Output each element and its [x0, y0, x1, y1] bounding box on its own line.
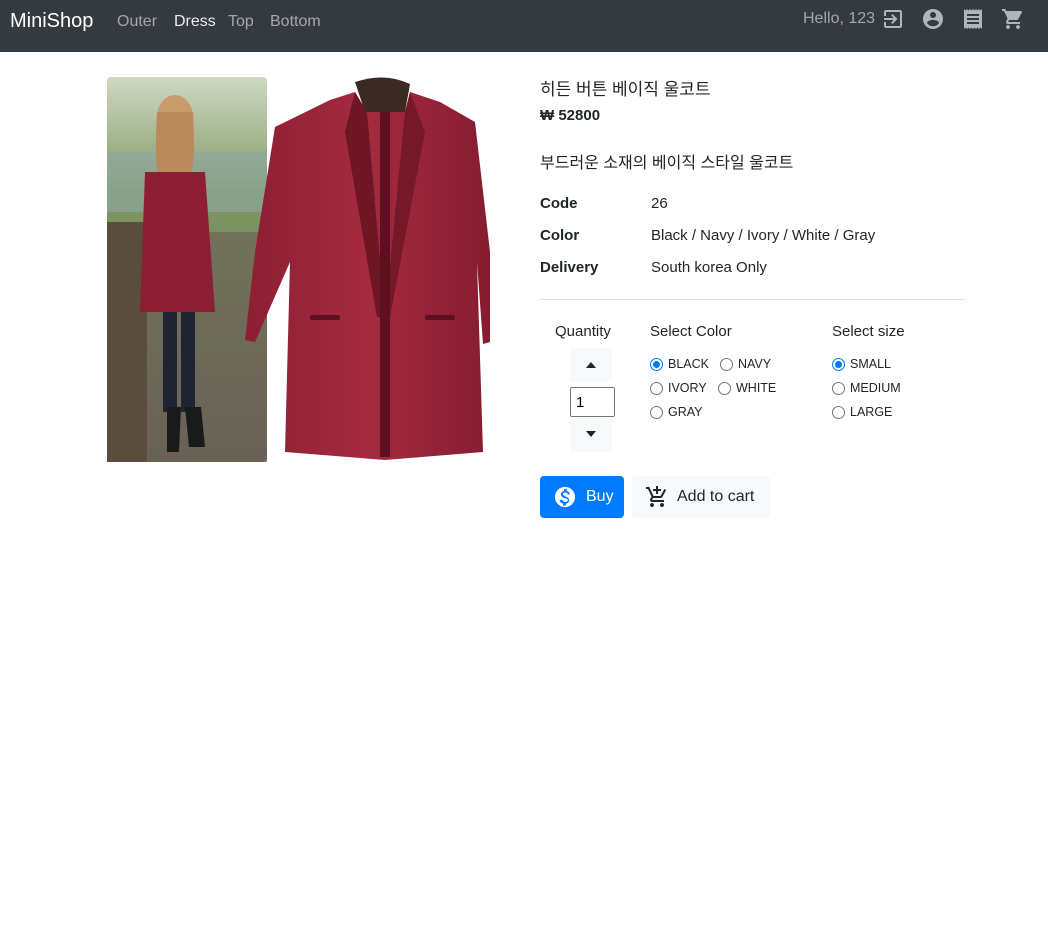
size-option-small[interactable]: SMALL — [832, 357, 891, 371]
radio-selected[interactable] — [650, 357, 663, 371]
caret-up-icon — [586, 362, 596, 368]
logout-icon[interactable] — [881, 7, 905, 31]
size-option-label: SMALL — [850, 357, 891, 371]
radio[interactable] — [832, 381, 845, 395]
color-option-label: NAVY — [738, 357, 772, 371]
product-description: 부드러운 소재의 베이직 스타일 울코트 — [540, 155, 794, 172]
size-option-medium[interactable]: MEDIUM — [832, 381, 901, 395]
dollar-icon — [554, 486, 576, 508]
cart-icon[interactable] — [1001, 7, 1025, 31]
radio[interactable] — [718, 381, 731, 395]
nav-link-bottom[interactable]: Bottom — [270, 13, 321, 31]
quantity-label: Quantity — [555, 323, 611, 340]
top-navbar: MiniShop Outer Dress Top Bottom Hello, 1… — [0, 0, 1048, 52]
radio[interactable] — [720, 357, 733, 371]
add-to-cart-label: Add to cart — [677, 488, 755, 505]
color-option-label: IVORY — [668, 381, 707, 395]
quantity-increase-button[interactable] — [570, 348, 612, 382]
account-circle-icon[interactable] — [921, 7, 945, 31]
add-shopping-cart-icon — [646, 486, 667, 507]
section-divider — [540, 299, 965, 300]
caret-down-icon — [586, 431, 596, 437]
info-value-color: Black / Navy / Ivory / White / Gray — [651, 227, 876, 244]
product-image — [107, 77, 490, 462]
quantity-input[interactable] — [570, 387, 615, 417]
buy-button-label: Buy — [586, 488, 614, 505]
radio[interactable] — [650, 405, 663, 419]
brand-logo[interactable]: MiniShop — [10, 10, 93, 33]
product-price: ₩ 52800 — [540, 107, 601, 124]
color-option-black[interactable]: BLACK — [650, 357, 709, 371]
color-option-white[interactable]: WHITE — [718, 381, 776, 395]
quantity-decrease-button[interactable] — [570, 418, 612, 452]
info-key-code: Code — [540, 195, 578, 212]
user-greeting: Hello, 123 — [803, 10, 876, 27]
receipt-icon[interactable] — [961, 7, 985, 31]
product-title: 히든 버튼 베이직 울코트 — [540, 80, 711, 99]
buy-button[interactable]: Buy — [540, 476, 624, 518]
add-to-cart-button[interactable]: Add to cart — [632, 476, 770, 518]
nav-link-top[interactable]: Top — [228, 13, 254, 31]
color-option-gray[interactable]: GRAY — [650, 405, 703, 419]
size-option-label: MEDIUM — [850, 381, 901, 395]
nav-link-outer[interactable]: Outer — [117, 13, 157, 31]
color-option-navy[interactable]: NAVY — [720, 357, 771, 371]
radio[interactable] — [832, 405, 845, 419]
info-value-code: 26 — [651, 195, 668, 212]
color-option-label: WHITE — [736, 381, 777, 395]
color-option-label: GRAY — [668, 405, 703, 419]
nav-link-dress[interactable]: Dress — [174, 13, 216, 31]
radio[interactable] — [650, 381, 663, 395]
info-key-delivery: Delivery — [540, 259, 599, 276]
color-label: Select Color — [650, 323, 732, 340]
size-option-label: LARGE — [850, 405, 893, 419]
size-label: Select size — [832, 323, 905, 340]
size-option-large[interactable]: LARGE — [832, 405, 892, 419]
info-key-color: Color — [540, 227, 580, 244]
radio-selected[interactable] — [832, 357, 845, 371]
info-value-delivery: South korea Only — [651, 259, 767, 276]
color-option-ivory[interactable]: IVORY — [650, 381, 707, 395]
color-option-label: BLACK — [668, 357, 709, 371]
